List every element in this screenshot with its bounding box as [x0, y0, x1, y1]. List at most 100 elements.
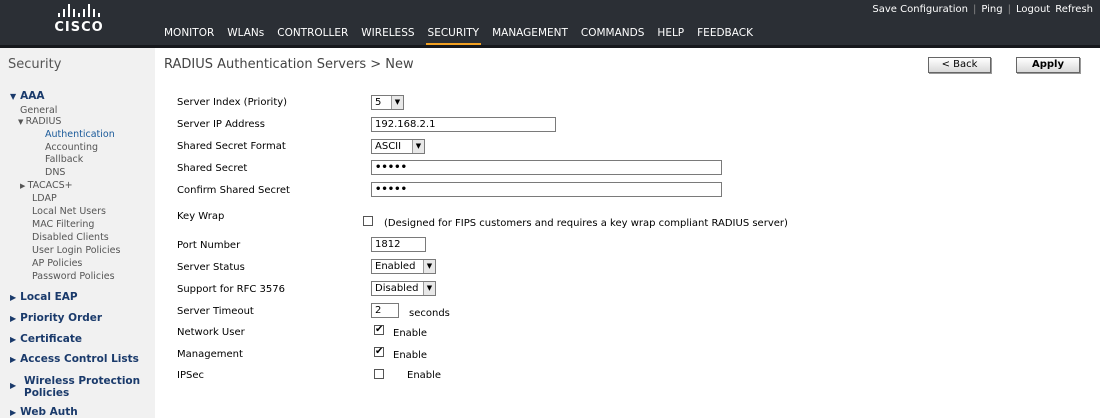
management-enable-text: Enable	[393, 350, 428, 361]
nav-wlans[interactable]: WLANs	[227, 27, 264, 43]
sidebar-item-radius[interactable]: ▼ RADIUS	[18, 116, 61, 127]
nav-help[interactable]: HELP	[657, 27, 684, 43]
secret-format-select[interactable]: ASCII ▼	[371, 139, 425, 154]
sidebar-section-label: Certificate	[20, 333, 83, 345]
key-wrap-checkbox[interactable]	[363, 216, 373, 226]
nav-management[interactable]: MANAGEMENT	[492, 27, 568, 43]
sidebar-item-ap-policies[interactable]: AP Policies	[32, 258, 82, 269]
nav-commands[interactable]: COMMANDS	[581, 27, 645, 43]
server-status-value: Enabled	[375, 261, 416, 272]
top-bar: CISCO Save Configuration | Ping | Logout…	[0, 0, 1100, 47]
chevron-down-icon: ▼	[10, 92, 17, 101]
server-timeout-unit: seconds	[409, 308, 450, 319]
server-timeout-label: Server Timeout	[177, 306, 254, 317]
key-wrap-note: (Designed for FIPS customers and require…	[384, 218, 788, 229]
sidebar-item-user-login-policies[interactable]: User Login Policies	[32, 245, 120, 256]
sidebar-item-fallback[interactable]: Fallback	[45, 154, 83, 165]
nav-wireless[interactable]: WIRELESS	[361, 27, 414, 43]
management-label: Management	[177, 349, 243, 360]
sidebar-section-local-eap[interactable]: ▶ Local EAP	[10, 291, 78, 303]
nav-security[interactable]: SECURITY	[425, 27, 481, 47]
sidebar-item-disabled-clients[interactable]: Disabled Clients	[32, 232, 109, 243]
port-number-input[interactable]: 1812	[371, 237, 426, 252]
chevron-right-icon: ▶	[10, 314, 17, 323]
chevron-right-icon: ▶	[10, 355, 17, 364]
main-nav: MONITOR WLANs CONTROLLER WIRELESS SECURI…	[164, 27, 766, 47]
cisco-logo[interactable]: CISCO	[49, 4, 109, 40]
server-timeout-input[interactable]: 2	[371, 303, 399, 318]
sidebar-item-local-net-users[interactable]: Local Net Users	[32, 206, 106, 217]
secret-format-value: ASCII	[375, 141, 402, 152]
server-ip-input[interactable]: 192.168.2.1	[371, 117, 556, 132]
sidebar-section-aaa[interactable]: ▼ AAA	[10, 90, 45, 102]
sidebar-section-label: Web Auth	[20, 406, 78, 418]
sidebar-item-mac-filtering[interactable]: MAC Filtering	[32, 219, 94, 230]
top-bar-divider	[0, 45, 1100, 48]
chevron-right-icon: ▶	[10, 335, 17, 344]
logout-link[interactable]: Logout	[1011, 4, 1055, 15]
server-status-select[interactable]: Enabled ▼	[371, 259, 436, 274]
ping-link[interactable]: Ping	[976, 4, 1007, 15]
sidebar-title: Security	[8, 57, 62, 72]
shared-secret-label: Shared Secret	[177, 163, 248, 174]
sidebar-section-wireless-protection[interactable]: ▶ Wireless Protection Policies	[10, 375, 140, 399]
sidebar-section-label: Access Control Lists	[20, 353, 139, 365]
secret-format-label: Shared Secret Format	[177, 141, 286, 152]
sidebar-section-label: Wireless Protection	[24, 375, 141, 387]
sidebar-section-certificate[interactable]: ▶ Certificate	[10, 333, 82, 345]
server-status-label: Server Status	[177, 262, 245, 273]
shared-secret-input[interactable]: •••••	[371, 160, 722, 175]
sidebar-item-accounting[interactable]: Accounting	[45, 142, 98, 153]
sidebar-item-general[interactable]: General	[20, 105, 57, 116]
sidebar-section-web-auth[interactable]: ▶ Web Auth	[10, 406, 78, 418]
chevron-right-icon: ▶	[10, 408, 17, 417]
nav-controller[interactable]: CONTROLLER	[277, 27, 348, 43]
rfc3576-select[interactable]: Disabled ▼	[371, 281, 436, 296]
chevron-right-icon: ▶	[10, 381, 17, 390]
sidebar-item-label: RADIUS	[25, 116, 62, 127]
apply-button[interactable]: Apply	[1016, 57, 1080, 73]
network-user-checkbox[interactable]: ✔	[374, 325, 384, 335]
rfc3576-value: Disabled	[375, 283, 419, 294]
cisco-logo-text: CISCO	[54, 20, 104, 35]
network-user-enable-text: Enable	[393, 328, 428, 339]
sidebar-item-dns[interactable]: DNS	[45, 167, 65, 178]
sidebar: Security ▼ AAA General ▼ RADIUS Authentic…	[0, 48, 155, 418]
dropdown-arrow-icon: ▼	[391, 96, 403, 109]
sidebar-item-label: TACACS+	[27, 180, 73, 191]
sidebar-item-authentication[interactable]: Authentication	[45, 129, 115, 140]
utility-nav: Save Configuration | Ping | Logout Refre…	[867, 4, 1098, 15]
sidebar-section-priority-order[interactable]: ▶ Priority Order	[10, 312, 102, 324]
server-index-label: Server Index (Priority)	[177, 97, 288, 108]
checkmark-icon: ✔	[375, 324, 384, 335]
save-configuration-link[interactable]: Save Configuration	[867, 4, 973, 15]
ipsec-checkbox[interactable]	[374, 369, 384, 379]
management-checkbox[interactable]: ✔	[374, 347, 384, 357]
server-ip-label: Server IP Address	[177, 119, 265, 130]
sidebar-section-label: AAA	[20, 90, 45, 102]
sidebar-item-tacacs[interactable]: ▶ TACACS+	[20, 180, 73, 191]
dropdown-arrow-icon: ▼	[423, 260, 435, 273]
rfc3576-label: Support for RFC 3576	[177, 284, 285, 295]
sidebar-item-password-policies[interactable]: Password Policies	[32, 271, 115, 282]
nav-feedback[interactable]: FEEDBACK	[697, 27, 753, 43]
chevron-down-icon: ▼	[18, 118, 26, 126]
nav-monitor[interactable]: MONITOR	[164, 27, 214, 43]
page-title: RADIUS Authentication Servers > New	[164, 57, 414, 72]
checkmark-icon: ✔	[375, 346, 384, 357]
dropdown-arrow-icon: ▼	[423, 282, 435, 295]
cisco-logo-bars-icon	[49, 4, 109, 17]
sidebar-section-label: Policies	[24, 387, 70, 399]
sidebar-section-label: Local EAP	[20, 291, 78, 303]
confirm-secret-label: Confirm Shared Secret	[177, 185, 290, 196]
refresh-link[interactable]: Refresh	[1055, 4, 1098, 15]
confirm-secret-input[interactable]: •••••	[371, 182, 722, 197]
sidebar-item-ldap[interactable]: LDAP	[32, 193, 57, 204]
back-button[interactable]: < Back	[928, 57, 991, 73]
port-number-label: Port Number	[177, 240, 241, 251]
dropdown-arrow-icon: ▼	[412, 140, 424, 153]
sidebar-section-label: Priority Order	[20, 312, 103, 324]
server-index-select[interactable]: 5 ▼	[371, 95, 404, 110]
network-user-label: Network User	[177, 327, 245, 338]
sidebar-section-acl[interactable]: ▶ Access Control Lists	[10, 353, 139, 365]
